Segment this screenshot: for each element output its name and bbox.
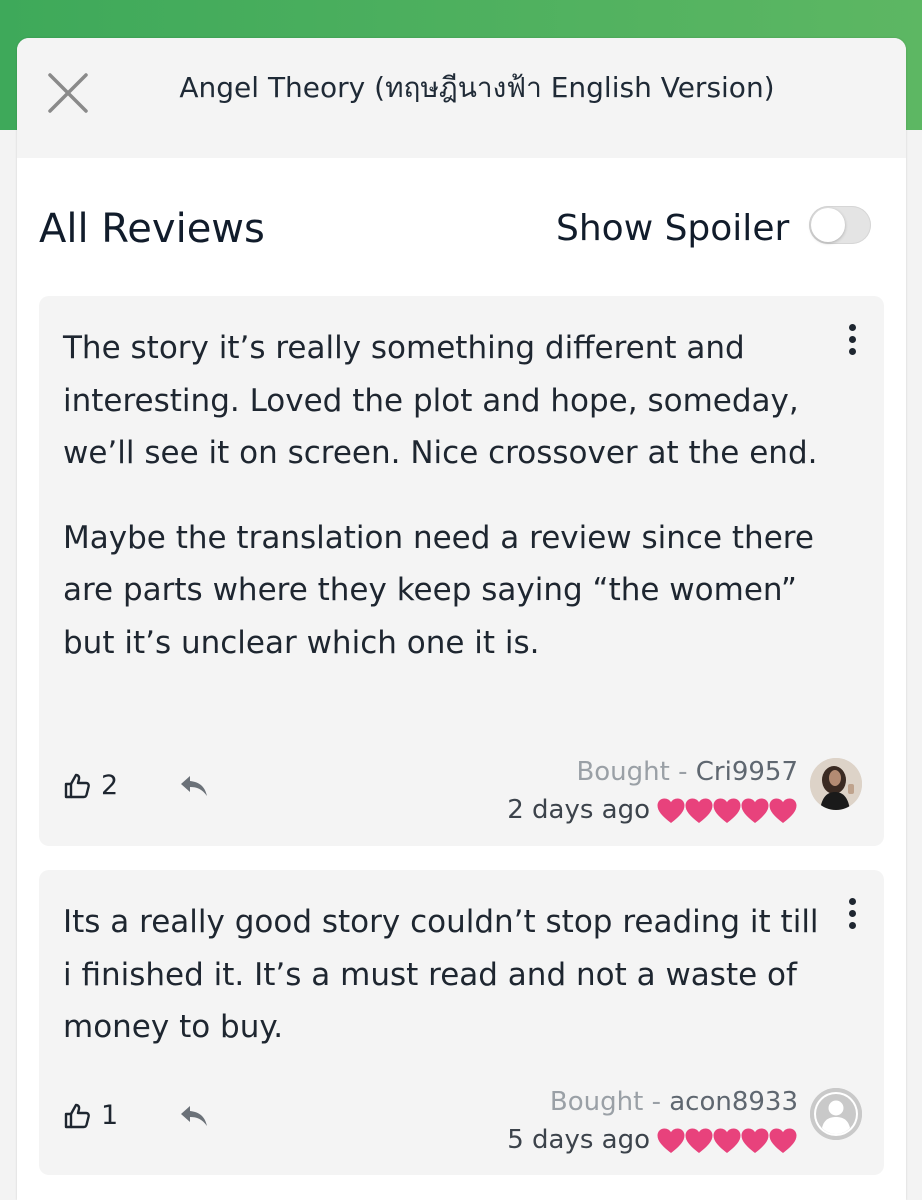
review-meta: Bought - Cri9957 2 days ago xyxy=(398,754,798,831)
heart-icon xyxy=(741,1128,769,1153)
heart-icon xyxy=(657,1128,685,1153)
heart-icon xyxy=(685,798,713,823)
heart-icon xyxy=(769,798,797,823)
close-icon[interactable] xyxy=(45,70,91,116)
review-card: Its a really good story couldn’t stop re… xyxy=(39,870,884,1175)
kebab-dot xyxy=(848,348,856,355)
kebab-dot xyxy=(848,336,856,343)
heart-rating xyxy=(657,1121,798,1161)
review-card: The story it’s really something differen… xyxy=(39,296,884,846)
review-paragraph: The story it’s really something differen… xyxy=(63,330,818,471)
more-options-button[interactable] xyxy=(840,324,864,358)
heart-icon xyxy=(769,1128,797,1153)
avatar-photo xyxy=(810,758,862,810)
heart-rating xyxy=(657,791,798,831)
toggle-knob xyxy=(811,208,845,242)
more-options-button[interactable] xyxy=(840,898,864,932)
show-spoiler-toggle[interactable] xyxy=(809,206,871,244)
reply-icon xyxy=(181,776,207,796)
reviewer-name[interactable]: Cri9957 xyxy=(696,757,798,787)
background-right xyxy=(904,130,922,1200)
like-count: 1 xyxy=(101,1100,119,1131)
modal-title: Angel Theory (ทฤษฎีนางฟ้า English Versio… xyxy=(179,71,775,104)
bought-label: Bought - xyxy=(576,757,696,787)
review-time: 5 days ago xyxy=(507,1125,650,1155)
close-button[interactable] xyxy=(45,70,91,116)
review-time: 2 days ago xyxy=(507,795,650,825)
reviews-section-header: All Reviews Show Spoiler xyxy=(39,198,884,254)
review-text: The story it’s really something differen… xyxy=(63,322,823,701)
like-count: 2 xyxy=(101,770,119,801)
heart-icon xyxy=(741,798,769,823)
purchase-info: Bought - Cri9957 xyxy=(398,754,798,790)
kebab-dot xyxy=(848,898,856,905)
reviewer-avatar[interactable] xyxy=(810,758,862,810)
kebab-dot xyxy=(848,910,856,917)
background-left xyxy=(0,130,18,1200)
kebab-dot xyxy=(848,922,856,929)
reviews-modal: Angel Theory (ทฤษฎีนางฟ้า English Versio… xyxy=(17,38,906,1200)
thumbs-up-icon xyxy=(64,1103,90,1129)
reviewer-name[interactable]: acon8933 xyxy=(669,1087,798,1117)
reply-button[interactable] xyxy=(179,774,211,804)
reply-icon xyxy=(181,1106,207,1126)
review-paragraph: Its a really good story couldn’t stop re… xyxy=(63,904,819,1045)
heart-icon xyxy=(657,798,685,823)
reply-button[interactable] xyxy=(179,1104,211,1134)
reviewer-avatar[interactable] xyxy=(810,1088,862,1140)
heart-icon xyxy=(713,1128,741,1153)
review-time-rating: 2 days ago xyxy=(398,790,798,831)
default-avatar-icon xyxy=(810,1088,862,1140)
like-button[interactable]: 1 xyxy=(63,1096,153,1136)
bought-label: Bought - xyxy=(549,1087,670,1117)
review-meta: Bought - acon8933 5 days ago xyxy=(398,1084,798,1161)
heart-icon xyxy=(713,798,741,823)
modal-header: Angel Theory (ทฤษฎีนางฟ้า English Versio… xyxy=(17,38,906,158)
section-title: All Reviews xyxy=(39,206,265,252)
kebab-dot xyxy=(848,324,856,331)
thumbs-up-icon xyxy=(64,773,90,799)
review-time-rating: 5 days ago xyxy=(398,1120,798,1161)
purchase-info: Bought - acon8933 xyxy=(398,1084,798,1120)
review-paragraph: Maybe the translation need a review sinc… xyxy=(63,519,814,661)
show-spoiler-label: Show Spoiler xyxy=(556,208,790,249)
like-button[interactable]: 2 xyxy=(63,766,153,806)
review-text: Its a really good story couldn’t stop re… xyxy=(63,896,823,1086)
heart-icon xyxy=(685,1128,713,1153)
